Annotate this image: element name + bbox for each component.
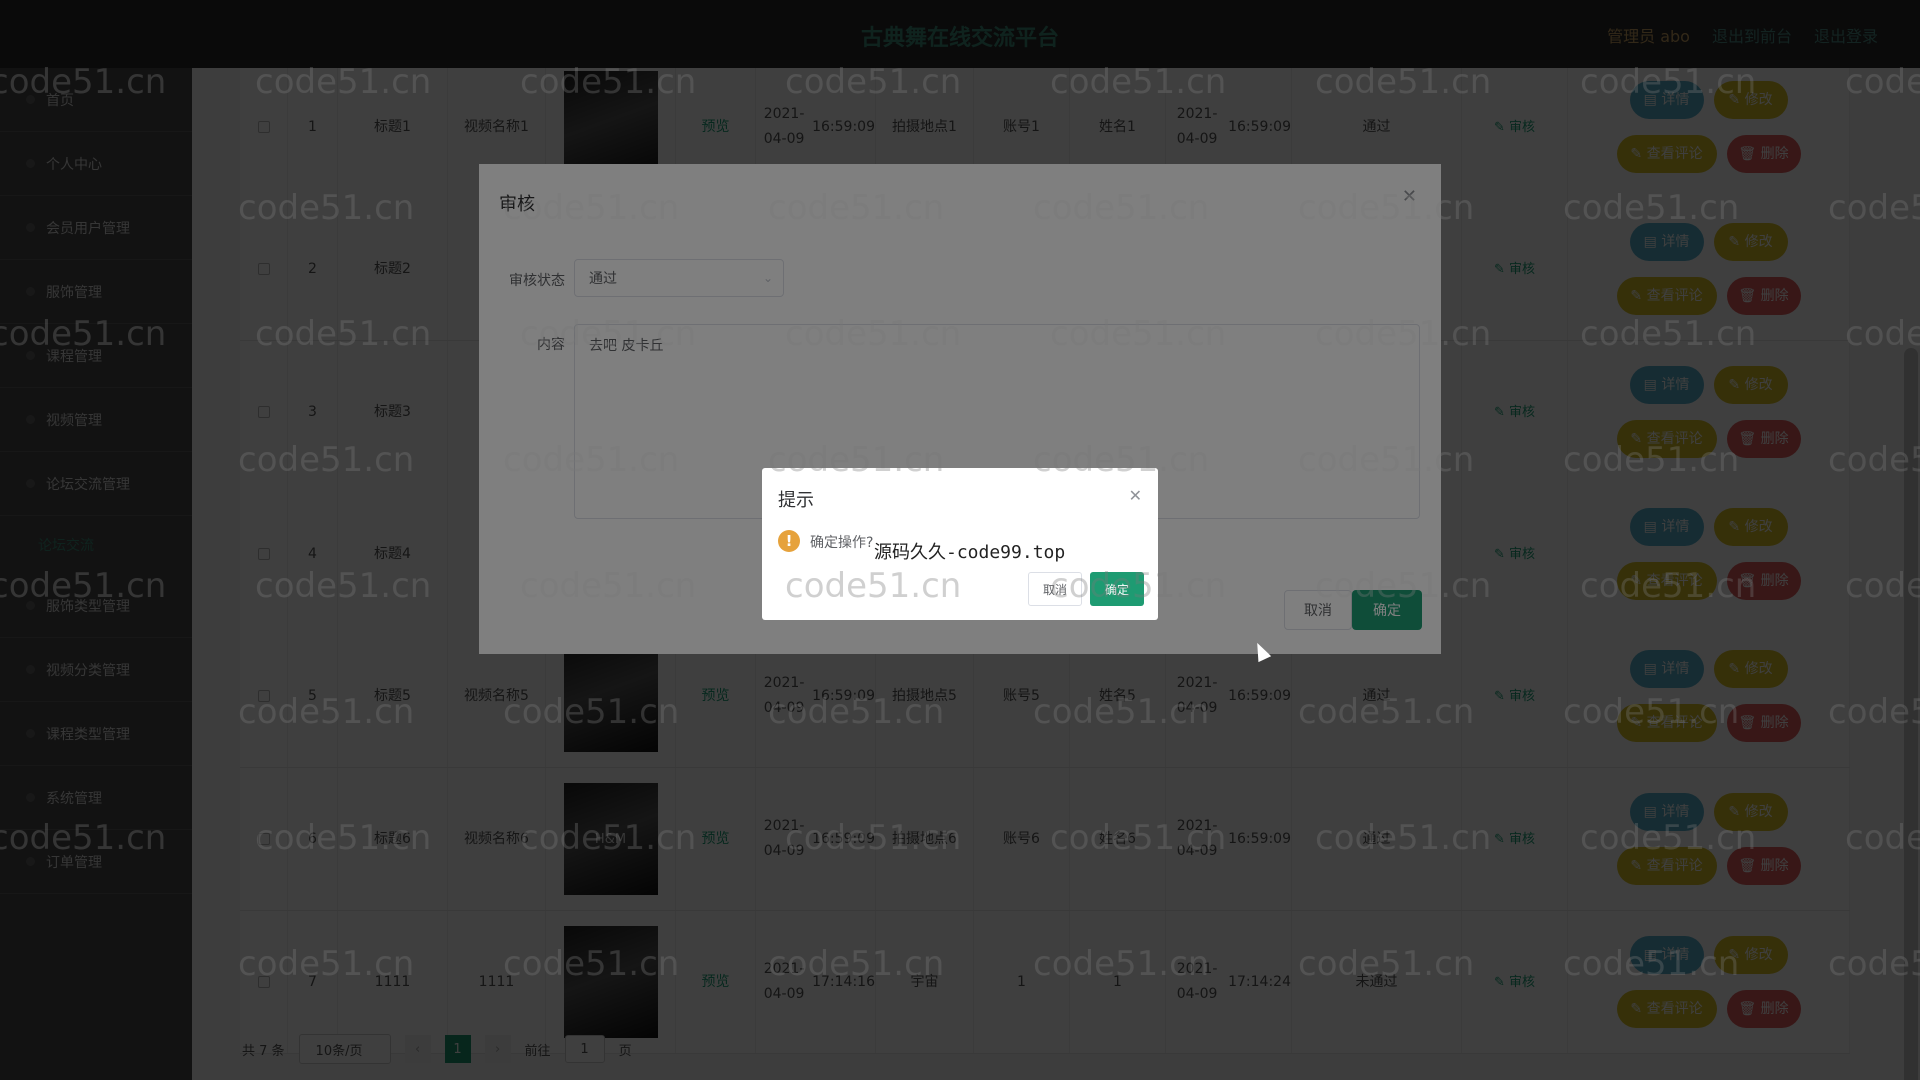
- confirm-messagebox: 提示 ✕ ! 确定操作? 源码久久-code99.top 取消 确定: [762, 468, 1158, 620]
- messagebox-watermark: 源码久久-code99.top: [874, 542, 1066, 563]
- warning-icon: !: [778, 530, 800, 552]
- messagebox-cancel-button[interactable]: 取消: [1028, 572, 1082, 606]
- messagebox-message: 确定操作?: [810, 535, 874, 551]
- close-icon[interactable]: ✕: [1129, 486, 1142, 505]
- messagebox-confirm-button[interactable]: 确定: [1090, 572, 1144, 606]
- messagebox-title: 提示: [778, 490, 814, 511]
